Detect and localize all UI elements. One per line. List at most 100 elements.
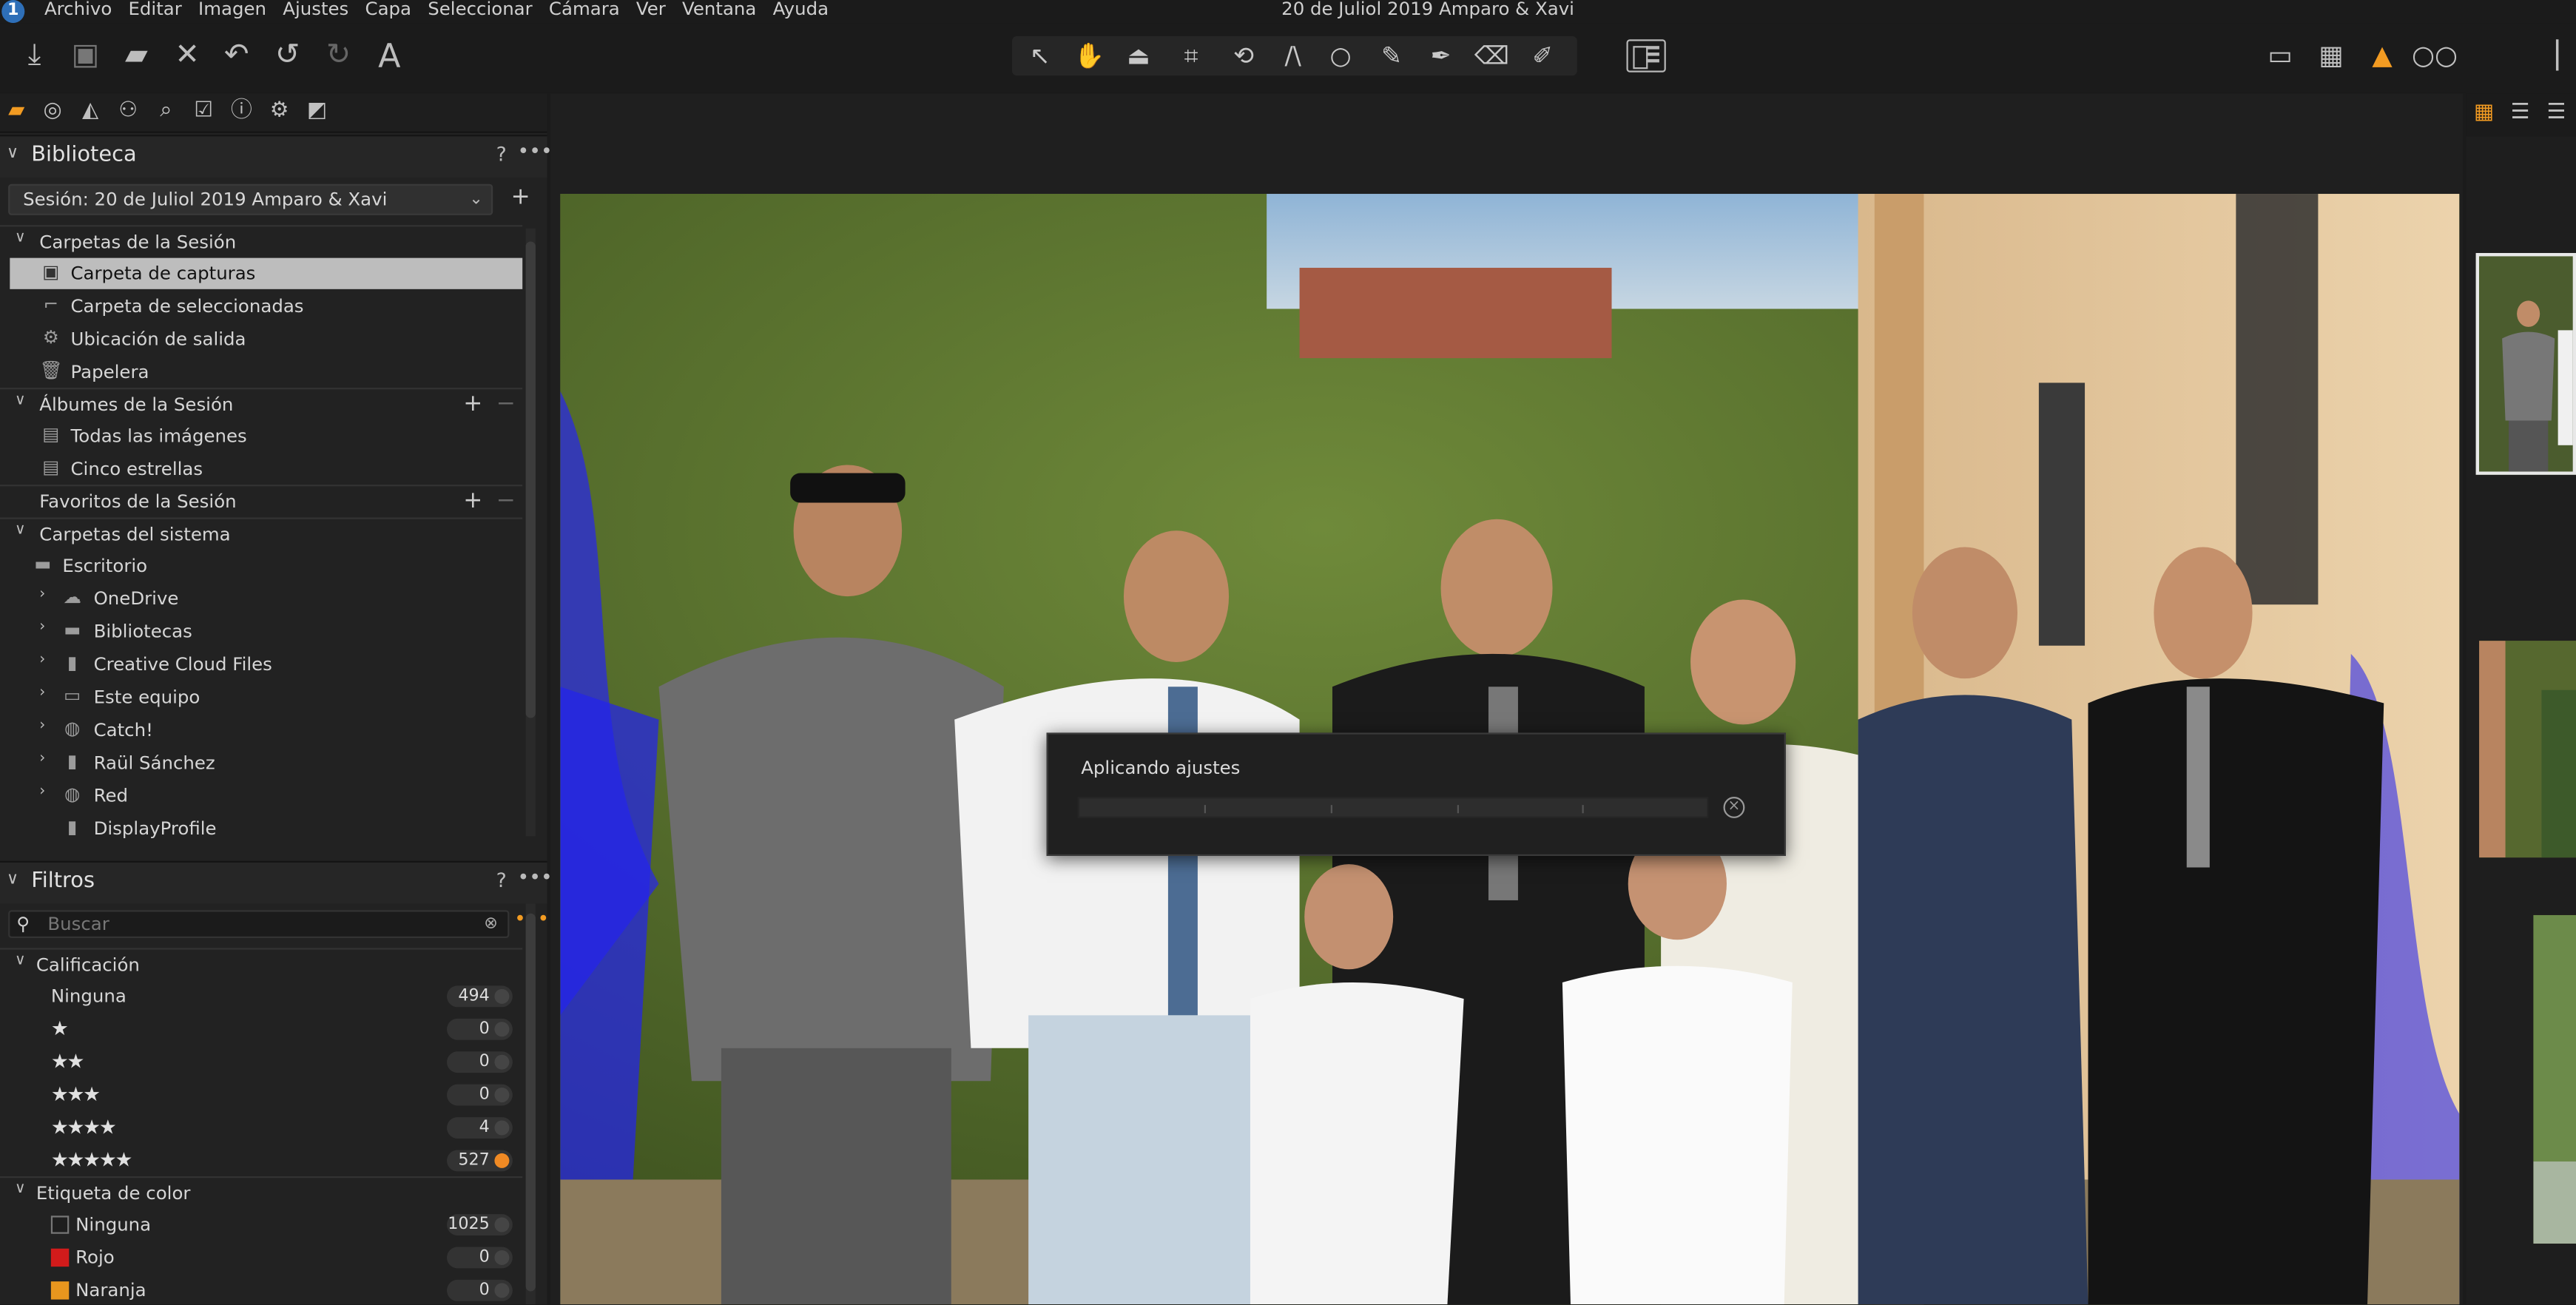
menu-ventana[interactable]: Ventana xyxy=(682,0,756,20)
layout-toggle-icon[interactable] xyxy=(1626,39,1666,72)
pan-hand-icon[interactable]: ✋ xyxy=(1071,38,1107,74)
folder-capture[interactable]: ▣ Carpeta de capturas xyxy=(10,257,523,289)
proof-glasses-icon[interactable]: ○○ xyxy=(2412,39,2458,72)
filter-dot-active-icon[interactable] xyxy=(494,1153,510,1168)
app-logo-icon[interactable]: 1 xyxy=(1,0,25,24)
caret-right-icon[interactable]: › xyxy=(39,619,45,635)
keystone-icon[interactable]: /\ xyxy=(1275,38,1311,74)
system-folders-group[interactable]: ∨ Carpetas del sistema xyxy=(0,517,523,549)
select-cursor-icon[interactable]: ↖ xyxy=(1022,38,1058,74)
add-session-icon[interactable]: + xyxy=(511,184,530,211)
folder-catch[interactable]: › ◍ Catch! xyxy=(0,715,522,746)
gradient-icon[interactable]: ✐ xyxy=(1525,38,1561,74)
exposure-warning-icon[interactable]: ▲ xyxy=(2364,39,2401,72)
adjustments-tab-icon[interactable]: ☑ xyxy=(191,98,218,125)
thumbnail-selected[interactable] xyxy=(2475,252,2576,475)
grid-icon[interactable]: ▦ xyxy=(2313,39,2350,72)
filter-dot-icon[interactable] xyxy=(494,988,510,1004)
color-orange-row[interactable]: Naranja 0 xyxy=(0,1275,522,1304)
filter-dot-icon[interactable] xyxy=(494,1088,510,1103)
rating-none-row[interactable]: Ninguna 494 xyxy=(0,981,522,1012)
brush-icon[interactable]: ✎ xyxy=(1374,38,1410,74)
reset-icon[interactable]: ↶ xyxy=(218,38,254,74)
folder-selects[interactable]: ⌐ Carpeta de seleccionadas xyxy=(0,291,522,322)
metadata-tab-icon[interactable]: ⓘ xyxy=(229,98,255,125)
menu-ayuda[interactable]: Ayuda xyxy=(773,0,829,20)
filter-dot-icon[interactable] xyxy=(494,1120,510,1136)
redo-icon[interactable]: ↻ xyxy=(320,38,357,74)
search-input[interactable]: ⚲ Buscar ⊗ xyxy=(8,910,510,939)
folder-desktop[interactable]: ▬ Escritorio xyxy=(0,550,522,581)
scrollbar-thumb[interactable] xyxy=(525,913,536,1292)
folder-displayprofile[interactable]: ▮ DisplayProfile xyxy=(0,813,522,844)
caret-down-icon[interactable]: ∨ xyxy=(15,953,26,969)
folder-this-pc[interactable]: › ▭ Este equipo xyxy=(0,682,522,713)
text-tool-icon[interactable]: A xyxy=(371,38,408,74)
session-favorites-group[interactable]: Favoritos de la Sesión + − xyxy=(0,485,523,516)
filter-dot-icon[interactable] xyxy=(494,1217,510,1232)
folder-user[interactable]: › ▮ Raül Sánchez xyxy=(0,747,522,778)
thumbnail[interactable] xyxy=(2479,641,2576,858)
color-none-row[interactable]: Ninguna 1025 xyxy=(0,1209,522,1240)
spot-removal-icon[interactable]: ○ xyxy=(1323,38,1359,74)
library-more-icon[interactable]: ••• xyxy=(518,140,553,163)
batch-tab-icon[interactable]: ◩ xyxy=(304,98,331,125)
rotate-icon[interactable]: ⟲ xyxy=(1226,38,1262,74)
undo-icon[interactable]: ↺ xyxy=(269,38,306,74)
filter-dot-icon[interactable] xyxy=(494,1054,510,1070)
folder-onedrive[interactable]: › ☁ OneDrive xyxy=(0,583,522,614)
cancel-icon[interactable]: × xyxy=(1723,797,1745,818)
folder-creative-cloud[interactable]: › ▮ Creative Cloud Files xyxy=(0,649,522,680)
folder-libraries[interactable]: › ▬ Bibliotecas xyxy=(0,616,522,647)
color-tab-icon[interactable]: ⚇ xyxy=(115,98,141,125)
thumbnail[interactable] xyxy=(2533,914,2576,1244)
loupe-icon[interactable]: ⏏ xyxy=(1121,38,1157,74)
menu-archivo[interactable]: Archivo xyxy=(44,0,112,20)
library-header[interactable]: ∨ Biblioteca ? ••• xyxy=(0,135,553,178)
filters-help-icon[interactable]: ? xyxy=(496,869,507,892)
filter-dot-icon[interactable] xyxy=(494,1022,510,1037)
caret-right-icon[interactable]: › xyxy=(39,783,45,800)
rating-group[interactable]: ∨ Calificación xyxy=(0,948,523,979)
collapse-caret-icon[interactable]: ∨ xyxy=(7,144,18,162)
library-scrollbar[interactable] xyxy=(525,228,536,837)
details-tab-icon[interactable]: ⌕ xyxy=(153,98,180,125)
crop-icon[interactable]: ⌗ xyxy=(1173,38,1210,74)
caret-down-icon[interactable]: ∨ xyxy=(15,230,26,246)
grid-view-icon[interactable]: ▦ xyxy=(2471,100,2498,127)
camera-icon[interactable]: ▣ xyxy=(67,38,104,74)
rating-2-row[interactable]: ★★ 0 xyxy=(0,1047,522,1078)
album-five-stars[interactable]: ▤ Cinco estrellas xyxy=(0,453,522,485)
capture-tab-icon[interactable]: ◎ xyxy=(39,98,66,125)
rating-1-row[interactable]: ★ 0 xyxy=(0,1014,522,1045)
rating-5-row[interactable]: ★★★★★ 527 xyxy=(0,1145,522,1176)
remove-favorite-icon[interactable]: − xyxy=(496,488,516,515)
rating-3-row[interactable]: ★★★ 0 xyxy=(0,1079,522,1110)
caret-right-icon[interactable]: › xyxy=(39,685,45,701)
delete-icon[interactable]: ✕ xyxy=(169,38,206,74)
menu-imagen[interactable]: Imagen xyxy=(198,0,266,20)
new-folder-icon[interactable]: ▰ xyxy=(118,38,155,74)
caret-right-icon[interactable]: › xyxy=(39,587,45,603)
album-all-images[interactable]: ▤ Todas las imágenes xyxy=(0,420,522,451)
filmstrip-view-icon[interactable]: ☰ xyxy=(2543,100,2570,127)
panel-edge-icon[interactable]: ▏ xyxy=(2556,39,2576,72)
rating-4-row[interactable]: ★★★★ 4 xyxy=(0,1112,522,1143)
menu-camara[interactable]: Cámara xyxy=(549,0,620,20)
menu-seleccionar[interactable]: Seleccionar xyxy=(428,0,532,20)
caret-down-icon[interactable]: ∨ xyxy=(15,522,26,539)
import-icon[interactable]: ⤓ xyxy=(16,38,53,74)
library-tab-icon[interactable]: ▰ xyxy=(3,98,30,125)
caret-down-icon[interactable]: ∨ xyxy=(15,1181,26,1198)
library-help-icon[interactable]: ? xyxy=(496,143,507,166)
pen-icon[interactable]: ✒ xyxy=(1423,38,1459,74)
filter-dot-icon[interactable] xyxy=(494,1250,510,1265)
menu-capa[interactable]: Capa xyxy=(365,0,412,20)
output-tab-icon[interactable]: ⚙ xyxy=(266,98,293,125)
caret-down-icon[interactable]: ∨ xyxy=(15,393,26,409)
menu-ajustes[interactable]: Ajustes xyxy=(283,0,348,20)
add-album-icon[interactable]: + xyxy=(463,391,482,418)
session-folders-group[interactable]: ∨ Carpetas de la Sesión xyxy=(0,225,523,256)
scrollbar-thumb[interactable] xyxy=(525,241,536,718)
caret-right-icon[interactable]: › xyxy=(39,751,45,767)
